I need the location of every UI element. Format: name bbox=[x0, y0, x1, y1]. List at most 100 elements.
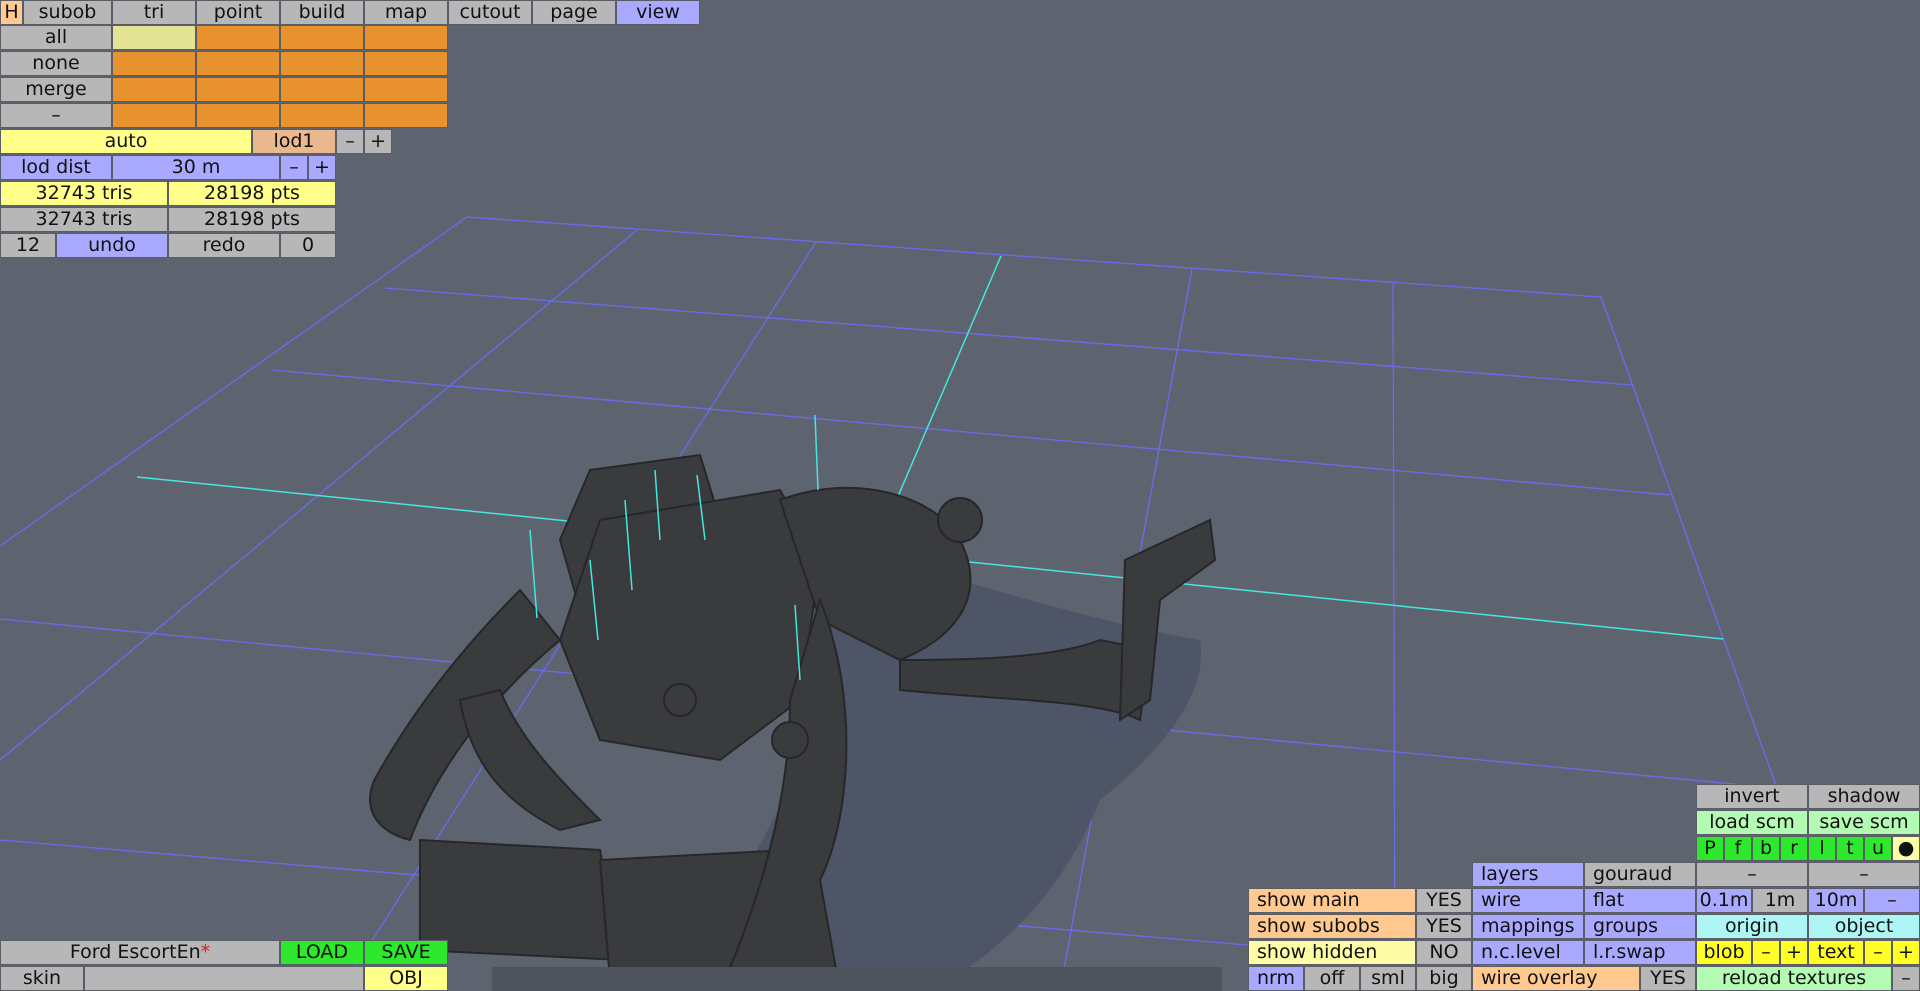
layers-button[interactable]: layers bbox=[1472, 862, 1584, 887]
view-dot-button[interactable]: ● bbox=[1892, 836, 1920, 861]
select-all-button[interactable]: all bbox=[0, 25, 112, 50]
visible-pts-count: 28198 pts bbox=[168, 181, 336, 206]
view-left-button[interactable]: l bbox=[1808, 836, 1836, 861]
selection-cell[interactable] bbox=[112, 77, 196, 102]
text-minus-button[interactable]: – bbox=[1864, 940, 1892, 965]
view-under-button[interactable]: u bbox=[1864, 836, 1892, 861]
lod-mode-auto[interactable]: auto bbox=[0, 129, 252, 154]
shadow-button[interactable]: shadow bbox=[1808, 784, 1920, 809]
blob-plus-button[interactable]: + bbox=[1780, 940, 1808, 965]
wire-overlay-toggle[interactable]: YES bbox=[1640, 966, 1696, 991]
merge-button[interactable]: merge bbox=[0, 77, 112, 102]
show-main-toggle[interactable]: YES bbox=[1416, 888, 1472, 913]
skin-label: skin bbox=[0, 966, 84, 991]
view-right-button[interactable]: r bbox=[1780, 836, 1808, 861]
invert-button[interactable]: invert bbox=[1696, 784, 1808, 809]
selection-cell[interactable] bbox=[364, 25, 448, 50]
text-plus-button[interactable]: + bbox=[1892, 940, 1920, 965]
lod-level-plus-button[interactable]: + bbox=[364, 129, 392, 154]
lod-dist-value[interactable]: 30 m bbox=[112, 155, 280, 180]
blob-minus-button[interactable]: – bbox=[1752, 940, 1780, 965]
lod-dist-plus-button[interactable]: + bbox=[308, 155, 336, 180]
mappings-button[interactable]: mappings bbox=[1472, 914, 1584, 939]
home-button[interactable]: H bbox=[0, 0, 23, 25]
grid-minus-button[interactable]: – bbox=[1864, 888, 1920, 913]
save-scm-button[interactable]: save scm bbox=[1808, 810, 1920, 835]
visible-tris-count: 32743 tris bbox=[0, 181, 168, 206]
selection-cell[interactable] bbox=[112, 51, 196, 76]
view-perspective-button[interactable]: P bbox=[1696, 836, 1724, 861]
gouraud-button[interactable]: gouraud bbox=[1584, 862, 1696, 887]
lod-level-minus-button[interactable]: – bbox=[336, 129, 364, 154]
normals-small-button[interactable]: sml bbox=[1360, 966, 1416, 991]
blob-button[interactable]: blob bbox=[1696, 940, 1752, 965]
lod-dist-minus-button[interactable]: – bbox=[280, 155, 308, 180]
reload-dash-button[interactable]: – bbox=[1892, 966, 1920, 991]
show-hidden-label: show hidden bbox=[1248, 940, 1416, 965]
select-none-button[interactable]: none bbox=[0, 51, 112, 76]
grid-10m-button[interactable]: 10m bbox=[1808, 888, 1864, 913]
tab-map[interactable]: map bbox=[364, 0, 448, 25]
tab-cutout[interactable]: cutout bbox=[448, 0, 532, 25]
tab-page[interactable]: page bbox=[532, 0, 616, 25]
save-button[interactable]: SAVE bbox=[364, 940, 448, 965]
selection-cell[interactable] bbox=[364, 51, 448, 76]
status-bar bbox=[492, 967, 1222, 991]
grid-1m-button[interactable]: 1m bbox=[1752, 888, 1808, 913]
selection-cell[interactable] bbox=[280, 51, 364, 76]
load-button[interactable]: LOAD bbox=[280, 940, 364, 965]
wire-overlay-label: wire overlay bbox=[1472, 966, 1640, 991]
selection-cell[interactable] bbox=[364, 77, 448, 102]
file-name[interactable]: Ford EscortEn* bbox=[0, 940, 280, 965]
selection-cell[interactable] bbox=[196, 25, 280, 50]
selection-cell[interactable] bbox=[280, 103, 364, 128]
show-hidden-toggle[interactable]: NO bbox=[1416, 940, 1472, 965]
flat-button[interactable]: flat bbox=[1584, 888, 1696, 913]
normals-off-button[interactable]: off bbox=[1304, 966, 1360, 991]
selection-cell[interactable] bbox=[280, 25, 364, 50]
lod-level[interactable]: lod1 bbox=[252, 129, 336, 154]
tab-subob[interactable]: subob bbox=[23, 0, 112, 25]
show-subobs-label: show subobs bbox=[1248, 914, 1416, 939]
selection-cell[interactable] bbox=[112, 103, 196, 128]
text-button[interactable]: text bbox=[1808, 940, 1864, 965]
selection-cell[interactable] bbox=[196, 51, 280, 76]
redo-button[interactable]: redo bbox=[168, 233, 280, 258]
view-back-button[interactable]: b bbox=[1752, 836, 1780, 861]
redo-count: 0 bbox=[280, 233, 336, 258]
tab-build[interactable]: build bbox=[280, 0, 364, 25]
undo-count: 12 bbox=[0, 233, 56, 258]
show-main-label: show main bbox=[1248, 888, 1416, 913]
view-front-button[interactable]: f bbox=[1724, 836, 1752, 861]
selection-cell[interactable] bbox=[196, 77, 280, 102]
tab-view[interactable]: view bbox=[616, 0, 700, 25]
load-scm-button[interactable]: load scm bbox=[1696, 810, 1808, 835]
reload-textures-button[interactable]: reload textures bbox=[1696, 966, 1892, 991]
object-button[interactable]: object bbox=[1808, 914, 1920, 939]
normals-big-button[interactable]: big bbox=[1416, 966, 1472, 991]
total-pts-count: 28198 pts bbox=[168, 207, 336, 232]
format-button[interactable]: OBJ bbox=[364, 966, 448, 991]
lod-dist-label: lod dist bbox=[0, 155, 112, 180]
grid-0-1m-button[interactable]: 0.1m bbox=[1696, 888, 1752, 913]
groups-button[interactable]: groups bbox=[1584, 914, 1696, 939]
selection-cell[interactable] bbox=[196, 103, 280, 128]
total-tris-count: 32743 tris bbox=[0, 207, 168, 232]
selection-cell[interactable] bbox=[364, 103, 448, 128]
selection-cell[interactable] bbox=[280, 77, 364, 102]
selection-cell[interactable] bbox=[112, 25, 196, 50]
nc-level-button[interactable]: n.c.level bbox=[1472, 940, 1584, 965]
wire-button[interactable]: wire bbox=[1472, 888, 1584, 913]
tab-tri[interactable]: tri bbox=[112, 0, 196, 25]
view-top-button[interactable]: t bbox=[1836, 836, 1864, 861]
normals-label: nrm bbox=[1248, 966, 1304, 991]
undo-button[interactable]: undo bbox=[56, 233, 168, 258]
camera-dash-b[interactable]: – bbox=[1808, 862, 1920, 887]
dash-button[interactable]: – bbox=[0, 103, 112, 128]
skin-field[interactable] bbox=[84, 966, 364, 991]
tab-point[interactable]: point bbox=[196, 0, 280, 25]
origin-button[interactable]: origin bbox=[1696, 914, 1808, 939]
lr-swap-button[interactable]: l.r.swap bbox=[1584, 940, 1696, 965]
camera-dash-a[interactable]: – bbox=[1696, 862, 1808, 887]
show-subobs-toggle[interactable]: YES bbox=[1416, 914, 1472, 939]
